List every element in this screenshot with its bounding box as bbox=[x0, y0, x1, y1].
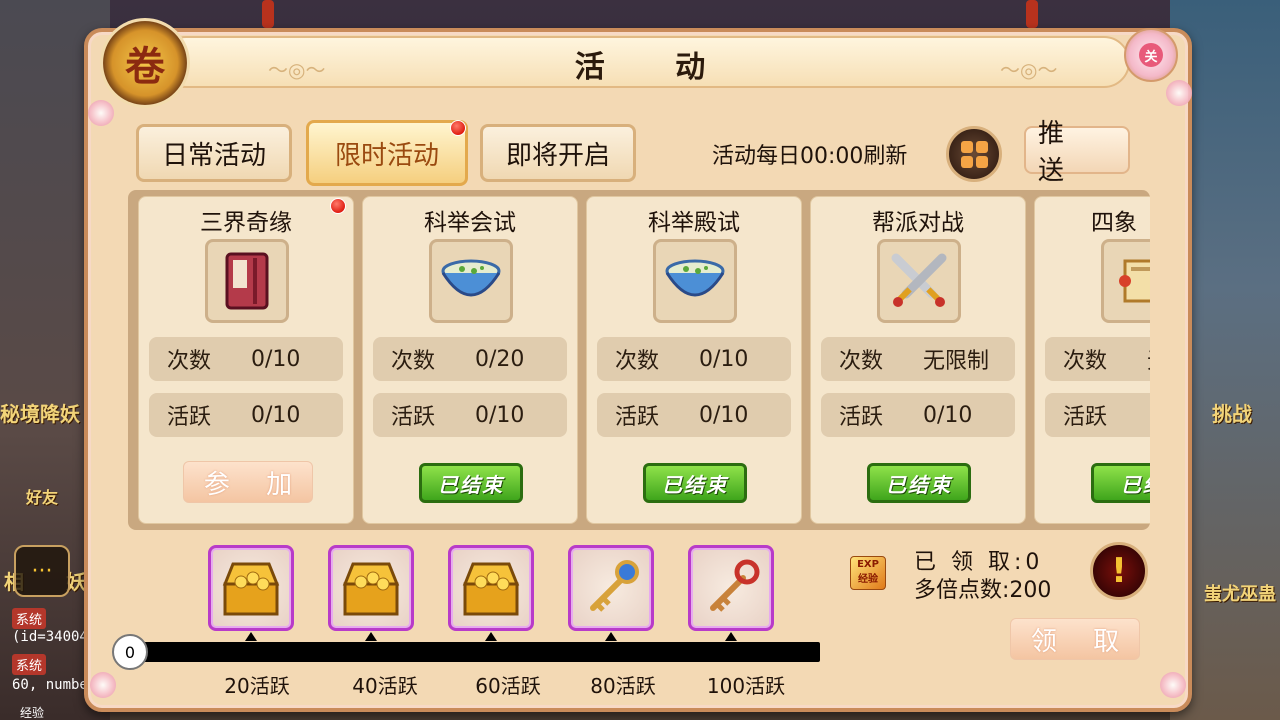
flower-decoration bbox=[1166, 80, 1192, 106]
milestone-label: 100活跃 bbox=[706, 674, 786, 698]
activity-card[interactable]: 四象 次数无 活跃 已结 bbox=[1034, 196, 1150, 524]
activity-name: 帮派对战 bbox=[872, 210, 964, 236]
ruby-key-icon bbox=[710, 559, 760, 612]
milestone-tick-icon bbox=[725, 632, 737, 641]
milestone-tick-icon bbox=[485, 632, 497, 641]
activity-name: 科举会试 bbox=[424, 210, 516, 236]
activity-list[interactable]: 三界奇缘 次数 0/10 活跃 0/10 参 加 科举会试 次数 0/20 活跃 0/1… bbox=[128, 190, 1150, 530]
refresh-notice: 活动每日00:00刷新 bbox=[712, 144, 908, 169]
milestone-label: 80活跃 bbox=[590, 674, 656, 698]
scroll-icon bbox=[1101, 239, 1150, 323]
activity-progress-bar bbox=[128, 642, 820, 662]
activity-card[interactable]: 科举会试 次数 0/20 活跃 0/10 已结束 bbox=[362, 196, 578, 524]
reward-key-80[interactable] bbox=[568, 545, 654, 631]
exp-icon: EXP 经验 bbox=[850, 556, 886, 590]
count-stat: 次数 无限制 bbox=[821, 337, 1015, 381]
grid-icon bbox=[960, 140, 973, 153]
milestone-label: 20活跃 bbox=[224, 674, 290, 698]
gold-chest-icon bbox=[342, 562, 400, 616]
ended-badge: 已结束 bbox=[867, 463, 971, 503]
reward-chest-60[interactable] bbox=[448, 545, 534, 631]
milestone-tick-icon bbox=[245, 632, 257, 641]
red-book-icon bbox=[205, 239, 289, 323]
gold-chest-icon bbox=[222, 562, 280, 616]
activity-name: 四象 bbox=[1091, 210, 1137, 236]
activity-card[interactable]: 三界奇缘 次数 0/10 活跃 0/10 参 加 bbox=[138, 196, 354, 524]
chat-icon: ··· bbox=[31, 558, 53, 584]
count-stat: 次数 0/20 bbox=[373, 337, 567, 381]
milestone-tick-icon bbox=[605, 632, 617, 641]
active-stat: 活跃 0/10 bbox=[597, 393, 791, 437]
flower-decoration bbox=[1160, 672, 1186, 698]
count-stat: 次数 0/10 bbox=[597, 337, 791, 381]
progress-start-marker: 0 bbox=[112, 634, 148, 670]
bg-boss-label[interactable]: 蚩尤巫蛊 bbox=[1204, 580, 1276, 606]
close-icon: 关 bbox=[1139, 43, 1163, 67]
close-button[interactable]: 关 bbox=[1124, 28, 1178, 82]
activity-card[interactable]: 帮派对战 次数 无限制 活跃 0/10 已结束 bbox=[810, 196, 1026, 524]
active-stat: 活跃 0/10 bbox=[149, 393, 343, 437]
bg-quest-label[interactable]: 秘境降妖 bbox=[0, 398, 80, 427]
active-stat: 活跃 0/10 bbox=[821, 393, 1015, 437]
milestone-tick-icon bbox=[365, 632, 377, 641]
gold-chest-icon bbox=[462, 562, 520, 616]
multiplier-points: 多倍点数:200 bbox=[914, 578, 1052, 603]
tab-upcoming[interactable]: 即将开启 bbox=[480, 124, 636, 182]
ended-badge: 已结束 bbox=[419, 463, 523, 503]
chat-line: (id=34004 bbox=[12, 629, 88, 645]
milestone-label: 60活跃 bbox=[475, 674, 541, 698]
count-stat: 次数 0/10 bbox=[149, 337, 343, 381]
page-title: 活 动 bbox=[574, 50, 736, 85]
sapphire-key-icon bbox=[590, 560, 639, 612]
reward-key-100[interactable] bbox=[688, 545, 774, 631]
active-stat: 活跃 0/10 bbox=[373, 393, 567, 437]
tab-daily[interactable]: 日常活动 bbox=[136, 124, 292, 182]
hanging-rope bbox=[1026, 0, 1038, 28]
title-ornament-icon: 〜◎〜 bbox=[1000, 58, 1058, 82]
ended-badge: 已结 bbox=[1091, 463, 1150, 503]
chat-button[interactable]: ··· bbox=[14, 545, 70, 597]
porcelain-bowl-icon bbox=[653, 239, 737, 323]
flower-decoration bbox=[88, 100, 114, 126]
join-button[interactable]: 参 加 bbox=[183, 461, 313, 503]
notification-dot-icon bbox=[330, 198, 346, 214]
exclamation-icon: ! bbox=[1111, 551, 1127, 591]
bg-friend-label[interactable]: 好友 bbox=[26, 484, 58, 508]
crossed-swords-icon bbox=[877, 239, 961, 323]
active-stat: 活跃 bbox=[1045, 393, 1150, 437]
activity-name: 三界奇缘 bbox=[200, 210, 292, 236]
notification-dot-icon bbox=[450, 120, 466, 136]
chat-system-tag: 系统 bbox=[12, 608, 47, 629]
count-stat: 次数无 bbox=[1045, 337, 1150, 381]
push-button[interactable]: 推 送 bbox=[1024, 119, 1130, 186]
chat-system-tag: 系统 bbox=[12, 654, 47, 675]
info-button[interactable]: ! bbox=[1090, 542, 1148, 600]
activity-card[interactable]: 科举殿试 次数 0/10 活跃 0/10 已结束 bbox=[586, 196, 802, 524]
reward-chest-20[interactable] bbox=[208, 545, 294, 631]
hanging-rope bbox=[262, 0, 274, 28]
activity-name: 科举殿试 bbox=[648, 210, 740, 236]
claim-button[interactable]: 领 取 bbox=[1010, 618, 1140, 660]
bg-challenge-label[interactable]: 挑战 bbox=[1212, 398, 1252, 427]
tab-limited[interactable]: 限时活动 bbox=[306, 120, 468, 186]
activity-scroll-icon: 卷 bbox=[100, 18, 190, 108]
flower-decoration bbox=[90, 672, 116, 698]
reward-chest-40[interactable] bbox=[328, 545, 414, 631]
title-ornament-icon: 〜◎〜 bbox=[268, 58, 326, 82]
porcelain-bowl-icon bbox=[429, 239, 513, 323]
milestone-label: 40活跃 bbox=[352, 674, 418, 698]
grid-menu-button[interactable] bbox=[946, 126, 1002, 182]
chat-line: 经验 bbox=[20, 706, 45, 720]
ended-badge: 已结束 bbox=[643, 463, 747, 503]
